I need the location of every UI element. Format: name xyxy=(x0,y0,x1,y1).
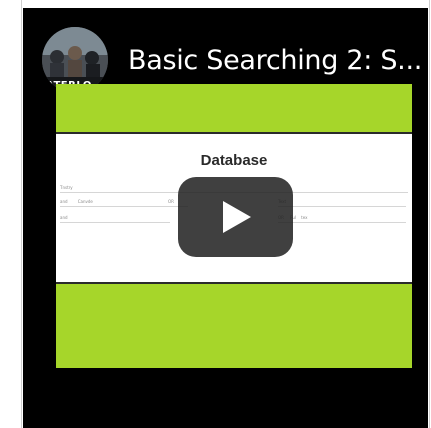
thumbnail-row: OR Ful tex xyxy=(278,214,406,223)
thumbnail-row: and xyxy=(60,214,170,223)
thumbnail-text: and xyxy=(60,215,68,220)
thumbnail-text: Tnstry xyxy=(60,185,73,190)
thumbnail-text: Canvde xyxy=(77,199,93,204)
thumbnail-row: and Canvde xyxy=(60,198,170,207)
play-icon xyxy=(223,201,251,233)
thumbnail-text: and xyxy=(60,199,68,204)
play-button[interactable] xyxy=(178,177,293,257)
thumbnail-text: tex xyxy=(301,215,308,220)
video-title[interactable]: Basic Searching 2: S... xyxy=(128,45,428,76)
thumbnail-heading: Database xyxy=(200,152,268,169)
thumbnail-row: Text xyxy=(278,198,406,207)
thumbnail-text: OR xyxy=(168,199,174,204)
video-player[interactable]: ATERLO Basic Searching 2: S... Database … xyxy=(23,8,428,428)
